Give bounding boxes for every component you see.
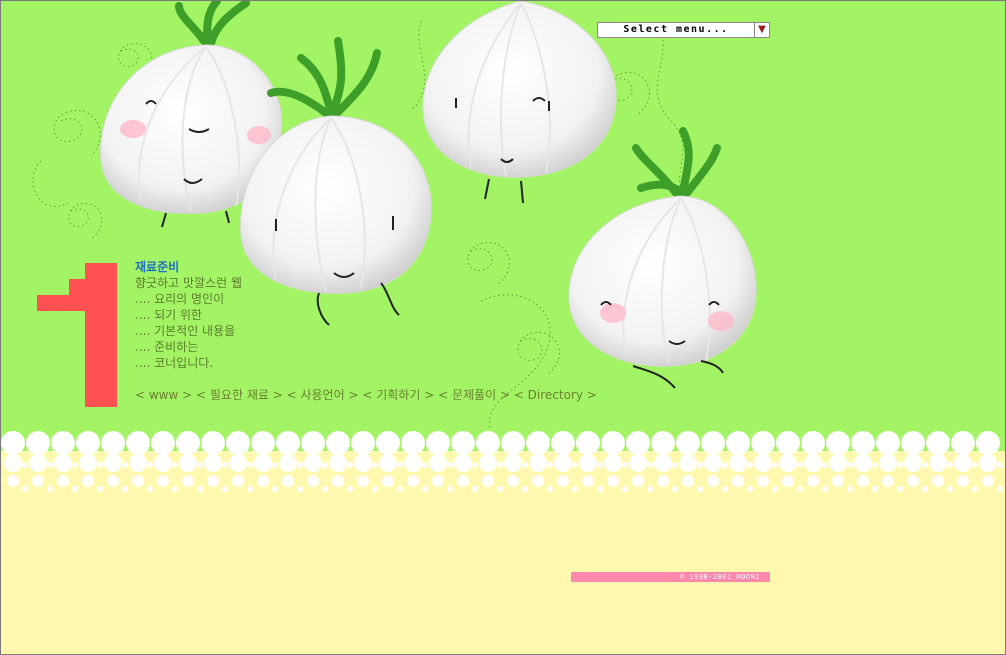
nav-link-languages[interactable]: < 사용언어 > [287, 388, 359, 402]
page-frame: Select menu... ▼ 재료준비 향긋하고 맛깔스런 웹 .... 요… [0, 0, 1006, 655]
intro-line: 향긋하고 맛깔스런 웹 [135, 276, 242, 290]
garlic-4 [568, 127, 757, 389]
big-number-one [37, 263, 117, 407]
intro-line: .... 되기 위한 [135, 308, 203, 322]
intro-line: .... 코너입니다. [135, 356, 214, 370]
intro-line: .... 기본적인 내용을 [135, 324, 236, 338]
nav-link-materials[interactable]: < 필요한 재료 > [196, 388, 283, 402]
chevron-down-icon[interactable]: ▼ [754, 23, 769, 37]
lace-border [1, 429, 1005, 499]
garlic-3 [422, 1, 617, 204]
nav-link-planning[interactable]: < 기획하기 > [362, 388, 434, 402]
intro-line: .... 준비하는 [135, 340, 199, 354]
section-nav: < www > < 필요한 재료 > < 사용언어 > < 기획하기 > < 문… [135, 387, 597, 403]
copyright-bar: © 1998-2001 MOONI [571, 572, 770, 582]
nav-link-directory[interactable]: < Directory > [514, 388, 597, 402]
intro-title: 재료준비 [135, 260, 180, 274]
nav-link-www[interactable]: < www > [135, 388, 192, 402]
intro-block: 재료준비 향긋하고 맛깔스런 웹 .... 요리의 명인이 .... 되기 위한… [135, 259, 242, 371]
intro-line: .... 요리의 명인이 [135, 292, 225, 306]
nav-link-problems[interactable]: < 문제풀이 > [438, 388, 510, 402]
select-menu[interactable]: Select menu... ▼ [597, 22, 770, 38]
select-menu-label: Select menu... [623, 24, 729, 35]
